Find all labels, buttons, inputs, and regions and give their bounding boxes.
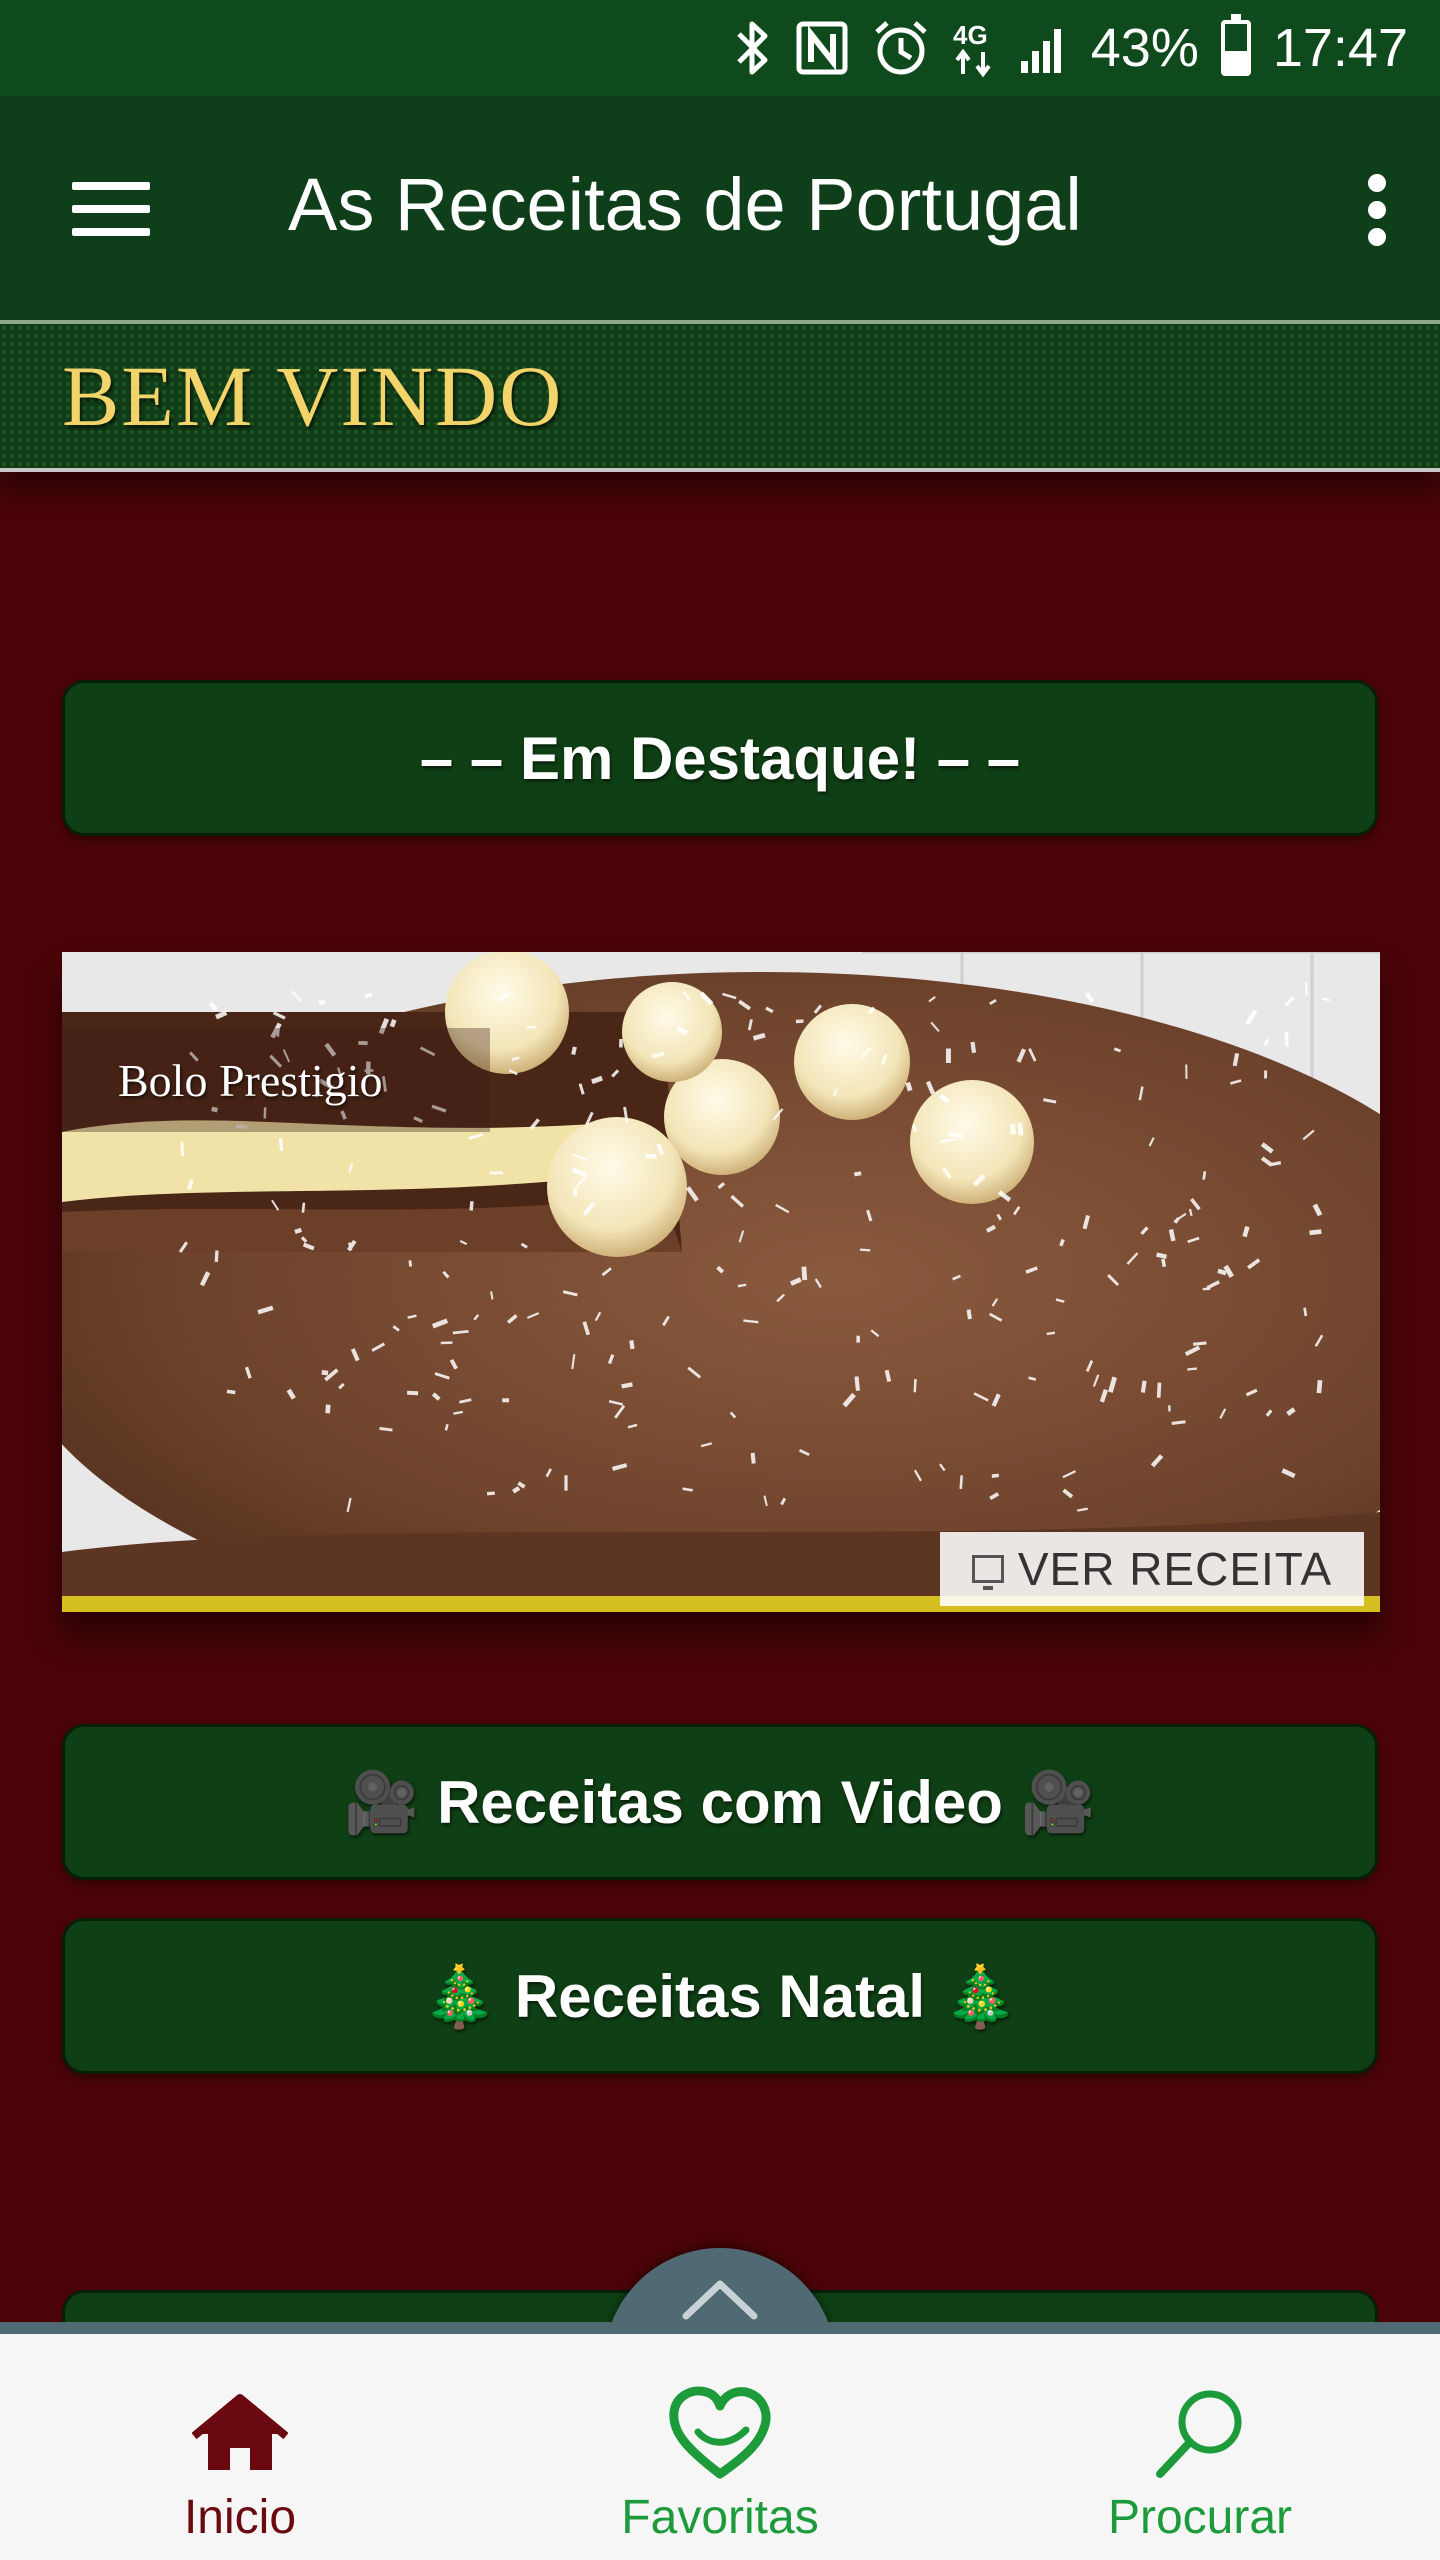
clock: 17:47 <box>1272 18 1408 78</box>
hamburger-menu-icon[interactable] <box>72 182 150 236</box>
status-bar: 4G 43% 17:47 <box>0 0 1440 96</box>
nav-item-procurar[interactable]: Procurar <box>1050 2334 1350 2560</box>
more-vertical-icon[interactable] <box>1366 174 1390 246</box>
ver-receita-label: VER RECEITA <box>1017 1543 1333 1595</box>
battery-icon <box>1220 14 1251 76</box>
alarm-icon <box>875 21 927 75</box>
receitas-natal-button[interactable]: 🎄 Receitas Natal 🎄 <box>62 1918 1378 2074</box>
christmas-tree-icon: 🎄 <box>422 1961 497 2032</box>
nav-label-favoritas: Favoritas <box>621 2491 819 2544</box>
featured-recipe-card[interactable]: Bolo Prestigio VER RECEITA <box>62 952 1380 1612</box>
ver-receita-button[interactable]: VER RECEITA <box>940 1532 1364 1606</box>
welcome-banner: BEM VINDO <box>0 320 1440 472</box>
featured-recipe-name-box: Bolo Prestigio <box>62 1028 490 1132</box>
heart-icon <box>668 2384 772 2484</box>
nav-item-favoritas[interactable]: Favoritas <box>570 2334 870 2560</box>
featured-header-label: – – Em Destaque! – – <box>419 724 1021 792</box>
receitas-video-button[interactable]: 🎥 Receitas com Video 🎥 <box>62 1724 1378 1880</box>
battery-level <box>1224 51 1247 72</box>
video-camera-icon: 🎥 <box>344 1767 420 1838</box>
bottom-navigation: Inicio Favoritas Procurar <box>0 2322 1440 2560</box>
receitas-video-label: Receitas com Video <box>437 1768 1003 1836</box>
app-bar: As Receitas de Portugal <box>0 96 1440 320</box>
bluetooth-icon <box>736 21 768 75</box>
nfc-icon <box>796 21 848 75</box>
chevron-up-icon <box>682 2280 758 2320</box>
receitas-natal-label: Receitas Natal <box>514 1962 926 2030</box>
welcome-text: BEM VINDO <box>62 348 564 444</box>
nav-item-inicio[interactable]: Inicio <box>90 2334 390 2560</box>
home-icon <box>192 2384 288 2484</box>
christmas-tree-icon: 🎄 <box>943 1961 1018 2032</box>
signal-icon <box>1020 29 1061 73</box>
screen-icon <box>971 1555 1004 1590</box>
svg-text:4G: 4G <box>953 20 988 50</box>
video-camera-icon: 🎥 <box>1020 1767 1096 1838</box>
nav-label-procurar: Procurar <box>1107 2491 1293 2544</box>
search-icon <box>1150 2384 1250 2484</box>
featured-recipe-name: Bolo Prestigio <box>118 1054 383 1106</box>
featured-header-button[interactable]: – – Em Destaque! – – <box>62 680 1378 836</box>
network-4g-icon: 4G <box>953 20 991 78</box>
nav-label-inicio: Inicio <box>183 2491 297 2544</box>
battery-percent: 43% <box>1090 18 1199 78</box>
app-title: As Receitas de Portugal <box>288 163 1082 246</box>
status-icons: 4G 43% 17:47 <box>733 0 1408 96</box>
